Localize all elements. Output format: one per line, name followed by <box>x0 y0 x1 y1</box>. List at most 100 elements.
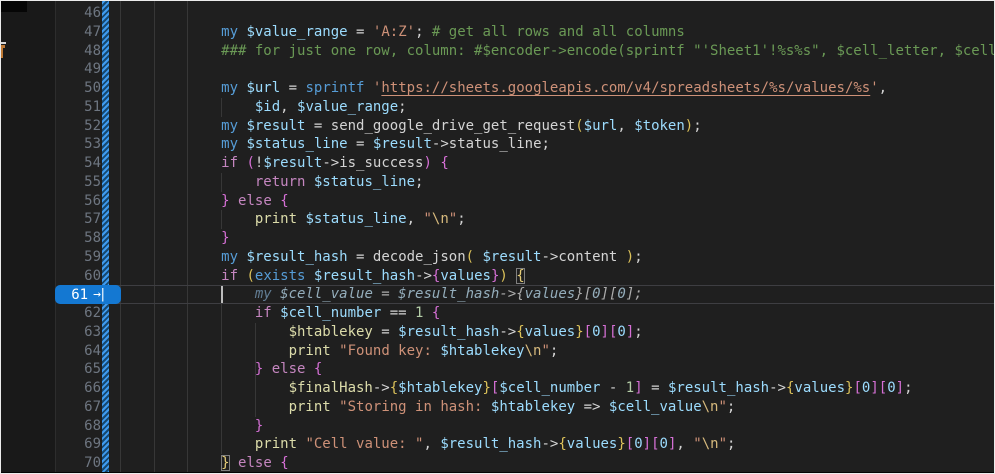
code-line[interactable]: my $cell_value = $result_hash->{values}[… <box>1 285 994 304</box>
code-line[interactable]: 47 my $value_range = 'A:Z'; # get all ro… <box>1 23 994 42</box>
code-token <box>364 80 372 96</box>
code-token: " <box>449 211 457 227</box>
code-line[interactable]: 56 } else { <box>1 192 994 211</box>
code-token: 1 <box>626 380 634 396</box>
code-token: print <box>255 211 297 227</box>
line-number[interactable]: 51 <box>55 98 101 117</box>
code-text: $id, $value_range; <box>120 98 407 117</box>
code-token <box>305 174 313 190</box>
code-token: { <box>440 155 448 171</box>
line-number[interactable]: 64 <box>55 342 101 361</box>
code-token: -> <box>499 324 516 340</box>
code-token <box>120 118 221 134</box>
code-line[interactable]: 54 if (!$result->is_success) { <box>1 154 994 173</box>
code-line[interactable]: 68 } <box>1 417 994 436</box>
code-token: my <box>221 118 238 134</box>
line-number[interactable]: 49 <box>55 60 101 79</box>
line-number[interactable]: 56 <box>55 192 101 211</box>
code-token: ] <box>626 324 634 340</box>
code-token: -> <box>322 155 339 171</box>
code-line[interactable]: 63 $htablekey = $result_hash->{values}[0… <box>1 323 994 342</box>
code-token: { <box>558 436 566 452</box>
code-token: ] <box>626 286 634 302</box>
line-number[interactable]: 69 <box>55 435 101 454</box>
code-token <box>120 455 221 471</box>
line-number[interactable]: 52 <box>55 117 101 136</box>
code-line[interactable]: 51 $id, $value_range; <box>1 98 994 117</box>
code-token: " <box>423 211 431 227</box>
code-line[interactable]: 70 } else { <box>1 454 994 473</box>
code-text: print "Storing in hash: $htablekey => $c… <box>120 398 735 417</box>
code-token: "Found key: <box>339 343 440 359</box>
line-number[interactable]: 55 <box>55 173 101 192</box>
line-number[interactable]: 59 <box>55 248 101 267</box>
code-token: if <box>221 155 238 171</box>
code-token <box>120 343 289 359</box>
code-line[interactable]: 49 <box>1 60 994 79</box>
code-token <box>120 418 255 434</box>
code-token: $result <box>263 155 322 171</box>
line-number[interactable]: 68 <box>55 417 101 436</box>
line-number[interactable]: 60 <box>55 267 101 286</box>
active-line-badge[interactable]: 61→| <box>55 285 121 304</box>
code-token: -> <box>415 268 432 284</box>
code-token: ) <box>499 268 507 284</box>
line-number[interactable]: 54 <box>55 154 101 173</box>
code-token: 0 <box>887 380 895 396</box>
code-token <box>120 361 255 377</box>
code-token: [ <box>651 436 659 452</box>
line-number[interactable]: 70 <box>55 454 101 473</box>
code-text: print "Found key: $htablekey\n"; <box>120 342 558 361</box>
code-line[interactable]: 62 if $cell_number == 1 { <box>1 304 994 323</box>
editor-window: 61→| 4647 my $value_range = 'A:Z'; # get… <box>0 0 995 474</box>
code-token: exists <box>255 268 306 284</box>
code-line[interactable]: 59 my $result_hash = decode_json( $resul… <box>1 248 994 267</box>
line-number[interactable]: 66 <box>55 379 101 398</box>
code-token: ) <box>685 118 693 134</box>
code-line[interactable]: 50 my $url = sprintf 'https://sheets.goo… <box>1 79 994 98</box>
code-line[interactable]: 55 return $status_line; <box>1 173 994 192</box>
code-token <box>305 268 313 284</box>
line-number[interactable]: 67 <box>55 398 101 417</box>
code-line[interactable]: 58 } <box>1 229 994 248</box>
code-token: = <box>305 118 330 134</box>
code-token: $status_line <box>305 211 406 227</box>
code-token: ; <box>693 118 701 134</box>
line-number[interactable]: 58 <box>55 229 101 248</box>
code-token <box>120 286 255 302</box>
code-line[interactable]: 60 if (exists $result_hash->{values}) { <box>1 267 994 286</box>
code-text: return $status_line; <box>120 173 423 192</box>
line-number[interactable]: 50 <box>55 79 101 98</box>
code-line[interactable]: 65 } else { <box>1 360 994 379</box>
line-number[interactable]: 46 <box>55 4 101 23</box>
line-number[interactable]: 63 <box>55 323 101 342</box>
code-token: ' <box>870 80 878 96</box>
code-token: "Cell value: " <box>305 436 423 452</box>
code-line[interactable]: 67 print "Storing in hash: $htablekey =>… <box>1 398 994 417</box>
code-line[interactable]: 52 my $result = send_google_drive_get_re… <box>1 117 994 136</box>
line-number[interactable]: 47 <box>55 23 101 42</box>
code-line[interactable]: 53 my $status_line = $result->status_lin… <box>1 135 994 154</box>
code-token: ] <box>870 380 878 396</box>
line-number[interactable]: 57 <box>55 210 101 229</box>
code-token: - <box>601 380 626 396</box>
code-token: else <box>272 361 306 377</box>
code-text: } <box>120 417 263 436</box>
code-token: $status_line <box>246 136 347 152</box>
code-area[interactable]: 4647 my $value_range = 'A:Z'; # get all … <box>1 1 994 473</box>
code-line[interactable]: 48 ### for just one row, column: #$encod… <box>1 42 994 61</box>
line-number[interactable]: 48 <box>55 42 101 61</box>
code-token: ) <box>424 155 432 171</box>
code-line[interactable]: 66 $finalHash->{$htablekey}[$cell_number… <box>1 379 994 398</box>
code-line[interactable]: 64 print "Found key: $htablekey\n"; <box>1 342 994 361</box>
code-token <box>272 455 280 471</box>
code-text: my $result_hash = decode_json( $result->… <box>120 248 643 267</box>
code-line[interactable]: 57 print $status_line, "\n"; <box>1 210 994 229</box>
code-text: print $status_line, "\n"; <box>120 210 466 229</box>
line-number[interactable]: 53 <box>55 135 101 154</box>
code-line[interactable]: 69 print "Cell value: ", $result_hash->{… <box>1 435 994 454</box>
line-number[interactable]: 62 <box>55 304 101 323</box>
line-number[interactable]: 65 <box>55 360 101 379</box>
code-token: = <box>348 249 373 265</box>
code-line[interactable]: 46 <box>1 4 994 23</box>
